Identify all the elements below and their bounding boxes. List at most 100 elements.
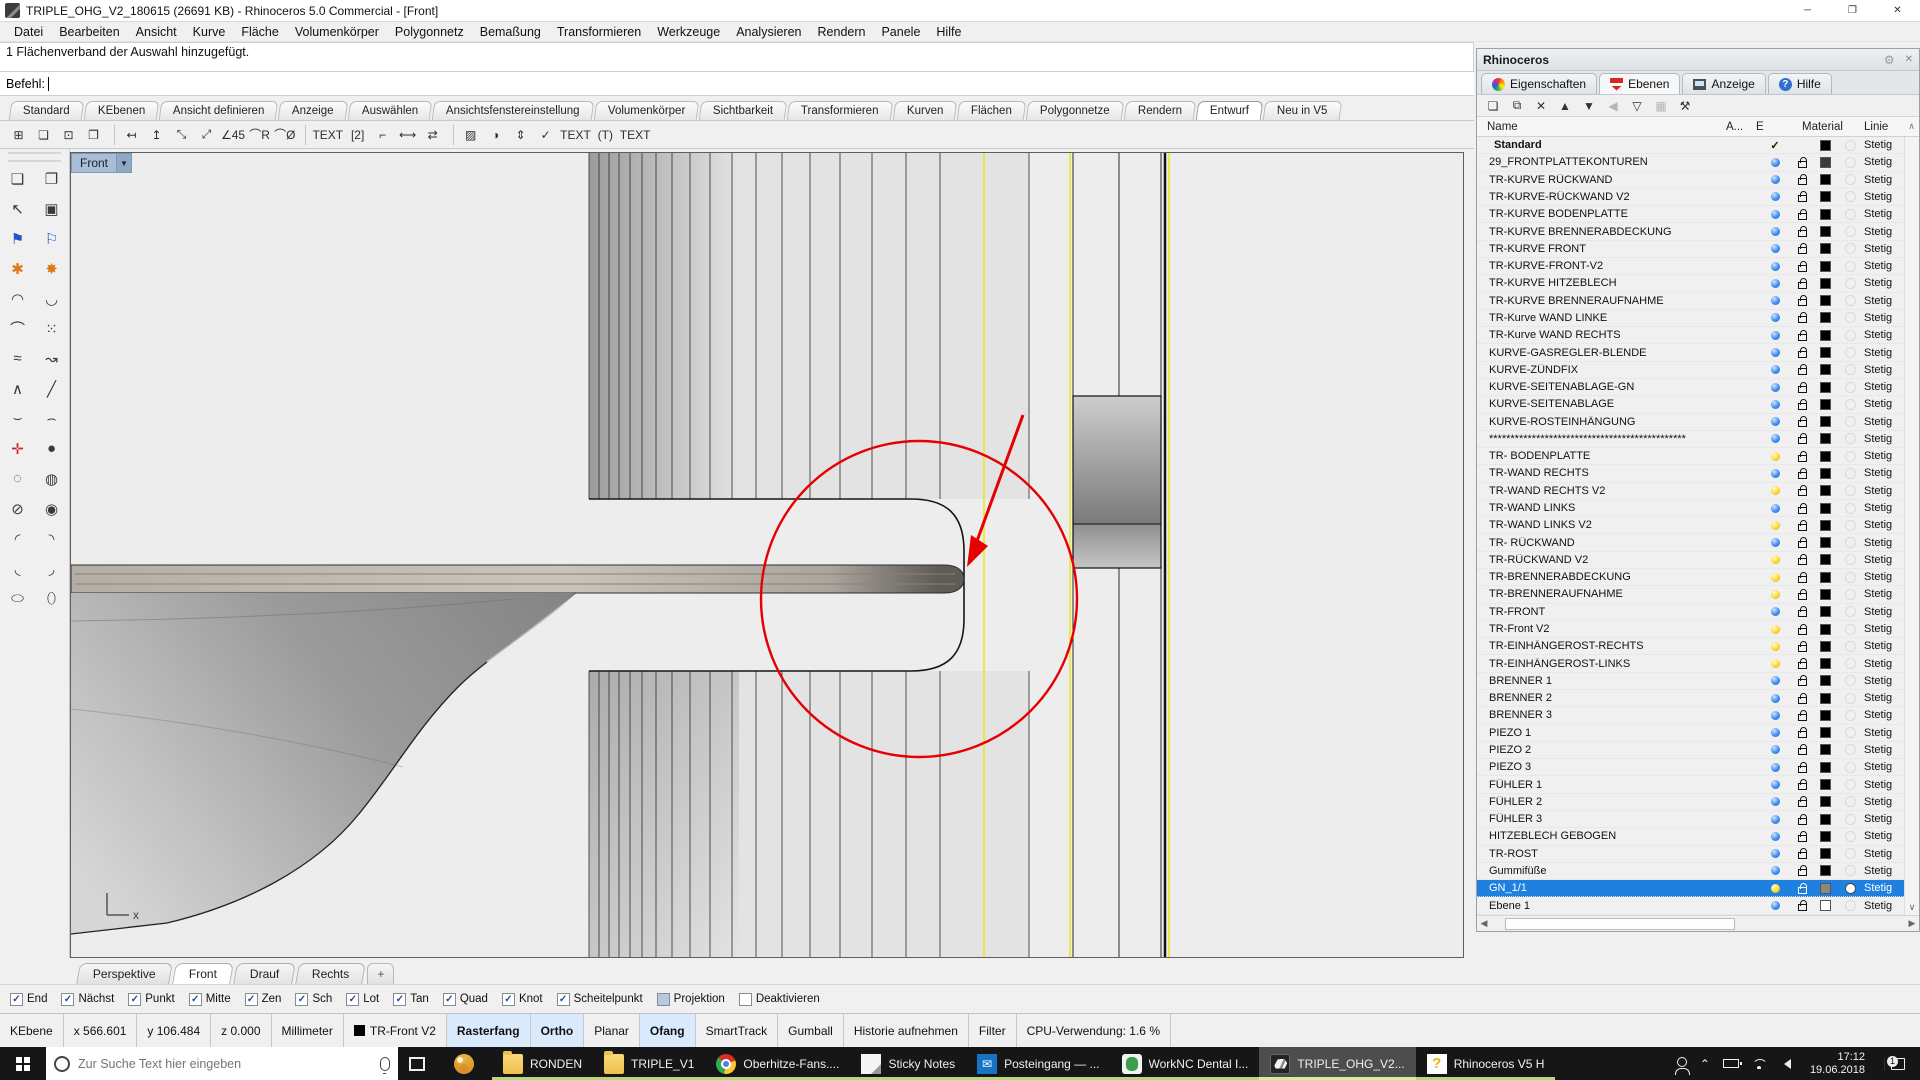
continue-curve-icon[interactable]: ⌢ xyxy=(37,405,67,432)
bulb-icon[interactable] xyxy=(1771,158,1780,167)
layer-row[interactable]: TR-KURVE HITZEBLECH ✓ Stetig xyxy=(1477,275,1904,292)
bulb-icon[interactable] xyxy=(1771,452,1780,461)
lock-icon[interactable] xyxy=(1798,852,1807,859)
bulb-icon[interactable] xyxy=(1771,849,1780,858)
lock-icon[interactable] xyxy=(1798,835,1807,842)
layer-row[interactable]: KURVE-GASREGLER-BLENDE ✓ Stetig xyxy=(1477,344,1904,361)
layer-linetype[interactable]: Stetig xyxy=(1864,519,1904,531)
ellipse-diameter-icon[interactable]: ⬯ xyxy=(37,585,67,612)
osnap-toggle[interactable]: ✓ Mitte xyxy=(189,993,231,1006)
lock-icon[interactable] xyxy=(1798,161,1807,168)
bulb-icon[interactable] xyxy=(1771,244,1780,253)
collapse-icon[interactable]: ◀ xyxy=(1605,99,1621,113)
layer-color-swatch[interactable] xyxy=(1820,520,1831,531)
material-icon[interactable] xyxy=(1845,382,1856,393)
bulb-icon[interactable] xyxy=(1771,780,1780,789)
viewport-tab[interactable]: Perspektive xyxy=(76,963,172,984)
layer-row[interactable]: TR-RÜCKWAND V2 ✓ Stetig xyxy=(1477,552,1904,569)
dim-ordinate-icon[interactable]: [2] xyxy=(345,123,370,147)
layer-row[interactable]: KURVE-SEITENABLAGE-GN ✓ Stetig xyxy=(1477,379,1904,396)
osnap-toggle[interactable]: ✓ Quad xyxy=(443,993,488,1006)
layer-linetype[interactable]: Stetig xyxy=(1864,226,1904,238)
layer-color-swatch[interactable] xyxy=(1820,831,1831,842)
named-views-icon[interactable]: ❐ xyxy=(81,123,106,147)
point-grid-icon[interactable]: ⁙ xyxy=(37,315,67,342)
material-icon[interactable] xyxy=(1845,468,1856,479)
vertical-scrollbar[interactable]: ∨ xyxy=(1904,137,1919,915)
bulb-icon[interactable] xyxy=(1771,832,1780,841)
layer-linetype[interactable]: Stetig xyxy=(1864,744,1904,756)
layer-color-swatch[interactable] xyxy=(1820,243,1831,254)
menu-item[interactable]: Ansicht xyxy=(128,23,185,41)
layer-linetype[interactable]: Stetig xyxy=(1864,675,1904,687)
pointer-icon[interactable]: ↖ xyxy=(3,195,33,222)
material-icon[interactable] xyxy=(1845,796,1856,807)
bulb-icon[interactable] xyxy=(1771,521,1780,530)
close-button[interactable]: ✕ xyxy=(1875,0,1920,22)
taskbar-app[interactable] xyxy=(443,1047,492,1080)
bulb-icon[interactable] xyxy=(1771,400,1780,409)
text-stamp-icon[interactable]: TEXT xyxy=(558,123,593,147)
annotate-flag-icon[interactable]: ⚑ xyxy=(3,225,33,252)
layer-color-swatch[interactable] xyxy=(1820,312,1831,323)
scroll-left-icon[interactable]: ◀ xyxy=(1477,918,1491,929)
bulb-icon[interactable] xyxy=(1771,504,1780,513)
lock-icon[interactable] xyxy=(1798,869,1807,876)
bulb-icon[interactable] xyxy=(1771,417,1780,426)
bulb-icon[interactable] xyxy=(1771,555,1780,564)
taskbar-app[interactable]: RONDEN xyxy=(492,1047,593,1080)
maximize-button[interactable]: ❐ xyxy=(1830,0,1875,22)
layer-row[interactable]: TR-Front V2 ✓ Stetig xyxy=(1477,621,1904,638)
bulb-icon[interactable] xyxy=(1771,763,1780,772)
layer-row[interactable]: TR-EINHÄNGEROST-LINKS ✓ Stetig xyxy=(1477,655,1904,672)
material-icon[interactable] xyxy=(1845,727,1856,738)
bulb-icon[interactable] xyxy=(1771,711,1780,720)
helix-icon[interactable]: ≈ xyxy=(3,345,33,372)
layer-linetype[interactable]: Stetig xyxy=(1864,295,1904,307)
arc-continue-icon[interactable]: ◟ xyxy=(3,555,33,582)
bulb-icon[interactable] xyxy=(1771,797,1780,806)
layer-row[interactable]: TR-KURVE-RÜCKWAND V2 ✓ Stetig xyxy=(1477,189,1904,206)
layer-color-swatch[interactable] xyxy=(1820,485,1831,496)
lock-icon[interactable] xyxy=(1798,662,1807,669)
material-icon[interactable] xyxy=(1845,831,1856,842)
bulb-icon[interactable] xyxy=(1771,590,1780,599)
menu-item[interactable]: Transformieren xyxy=(549,23,649,41)
layer-row[interactable]: TR-ROST ✓ Stetig xyxy=(1477,846,1904,863)
layer-row[interactable]: TR-KURVE BRENNERABDECKUNG ✓ Stetig xyxy=(1477,223,1904,240)
material-icon[interactable] xyxy=(1845,572,1856,583)
layer-row[interactable]: TR-WAND LINKS V2 ✓ Stetig xyxy=(1477,517,1904,534)
layer-linetype[interactable]: Stetig xyxy=(1864,260,1904,272)
material-icon[interactable] xyxy=(1845,485,1856,496)
layer-color-swatch[interactable] xyxy=(1820,157,1831,168)
dim-aligned-icon[interactable]: ⤡ xyxy=(169,123,194,147)
toolbar-tab[interactable]: Standard xyxy=(9,101,84,120)
layer-row[interactable]: TR-BRENNERAUFNAHME ✓ Stetig xyxy=(1477,586,1904,603)
bulb-icon[interactable] xyxy=(1771,365,1780,374)
material-icon[interactable] xyxy=(1845,503,1856,514)
lock-icon[interactable] xyxy=(1798,818,1807,825)
scrollbar-thumb[interactable] xyxy=(1505,918,1735,930)
taskbar-app[interactable]: Posteingang — ... xyxy=(966,1047,1110,1080)
layer-linetype[interactable]: Stetig xyxy=(1864,727,1904,739)
lock-icon[interactable] xyxy=(1798,679,1807,686)
material-icon[interactable] xyxy=(1845,157,1856,168)
bulb-icon[interactable] xyxy=(1771,469,1780,478)
dim-rotated-icon[interactable]: ⤢ xyxy=(194,123,219,147)
material-icon[interactable] xyxy=(1845,191,1856,202)
layer-row[interactable]: GN_1/1 ✓ Stetig xyxy=(1477,880,1904,897)
material-icon[interactable] xyxy=(1845,226,1856,237)
bulb-icon[interactable] xyxy=(1771,192,1780,201)
layer-color-swatch[interactable] xyxy=(1820,883,1831,894)
toolbar-grip[interactable] xyxy=(8,152,61,162)
text-icon[interactable]: TEXT xyxy=(310,123,345,147)
layer-color-swatch[interactable] xyxy=(1820,295,1831,306)
layer-linetype[interactable]: Stetig xyxy=(1864,450,1904,462)
text-balloon-icon[interactable]: (T) xyxy=(593,123,618,147)
scroll-up-icon[interactable]: ∧ xyxy=(1904,121,1919,132)
osnap-toggle[interactable]: ✓ End xyxy=(10,993,47,1006)
layer-row[interactable]: TR-WAND RECHTS V2 ✓ Stetig xyxy=(1477,483,1904,500)
osnap-toggle[interactable]: ✓ Deaktivieren xyxy=(739,993,820,1006)
move-layer-down-icon[interactable]: ▼ xyxy=(1581,99,1597,113)
checkbox-icon[interactable]: ✓ xyxy=(346,993,359,1006)
